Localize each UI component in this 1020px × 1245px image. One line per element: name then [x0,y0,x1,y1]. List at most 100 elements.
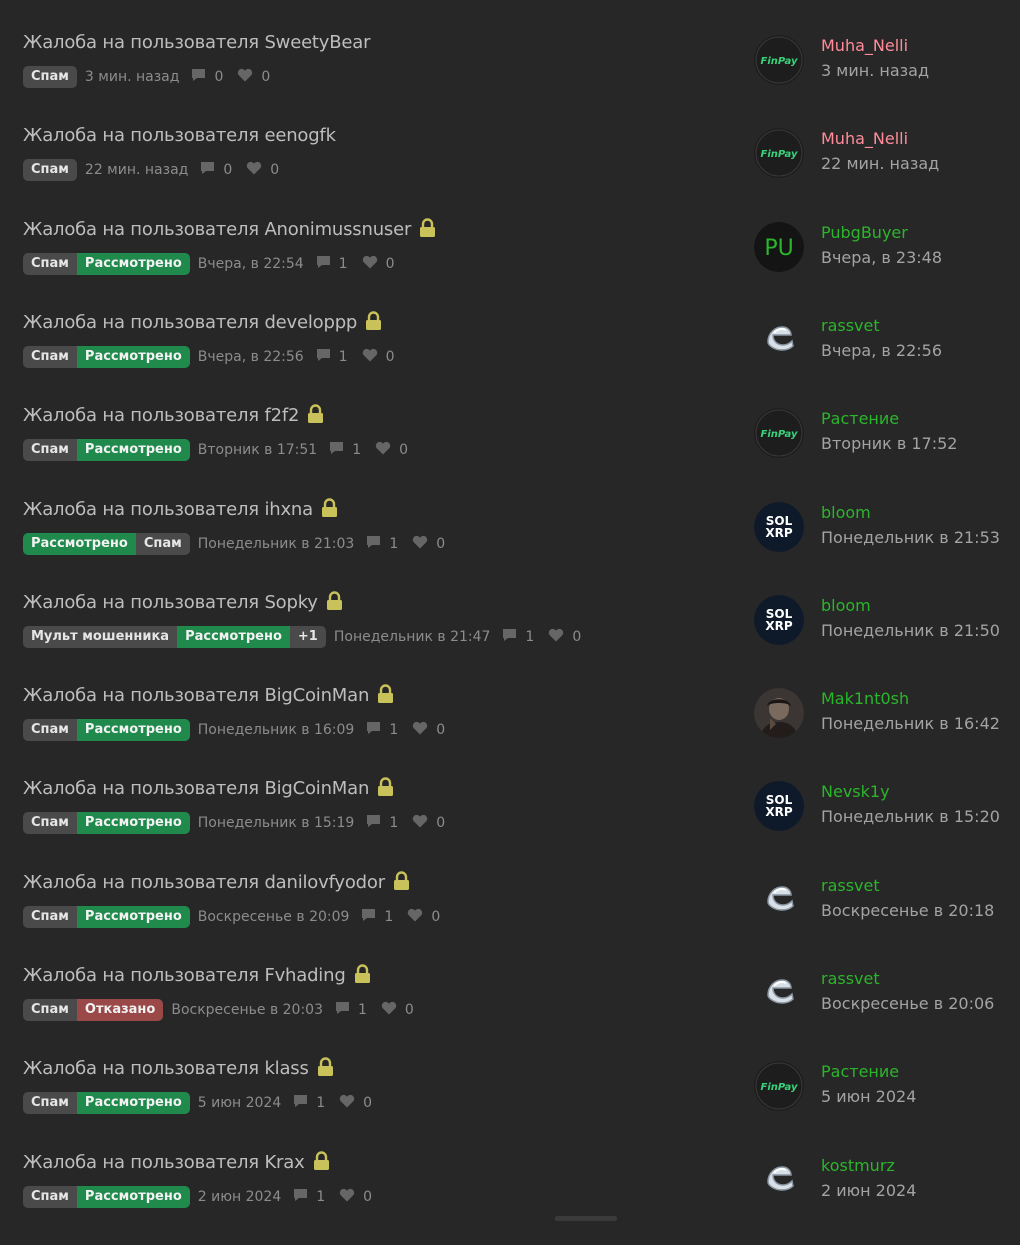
avatar[interactable]: FinPay [754,35,804,85]
last-post-date[interactable]: Вторник в 17:52 [821,434,957,453]
thread-title-text[interactable]: Жалоба на пользователя ihxna [23,499,313,520]
thread-row[interactable]: Жалоба на пользователя SweetyBear Спам 3… [0,32,1020,125]
thread-date[interactable]: Понедельник в 21:47 [334,629,491,645]
last-post-date[interactable]: 22 мин. назад [821,154,939,173]
avatar[interactable]: SOL XRP [754,781,804,831]
avatar[interactable] [754,1155,804,1205]
thread-title-text[interactable]: Жалоба на пользователя developpp [23,312,357,333]
prefix-tag[interactable]: Спам [23,812,77,834]
prefix-tag[interactable]: Спам [23,719,77,741]
thread-date[interactable]: Вторник в 17:51 [198,442,317,458]
last-poster-name[interactable]: rassvet [821,876,880,895]
thread-title-text[interactable]: Жалоба на пользователя BigCoinMan [23,685,369,706]
last-poster-name[interactable]: rassvet [821,316,880,335]
thread-title-text[interactable]: Жалоба на пользователя BigCoinMan [23,778,369,799]
thread-date[interactable]: Воскресенье в 20:09 [198,909,350,925]
prefix-tag[interactable]: Рассмотрено [76,812,190,834]
prefix-tag[interactable]: Рассмотрено [177,626,290,648]
avatar[interactable]: FinPay [754,128,804,178]
prefix-tag[interactable]: Рассмотрено [76,439,190,461]
avatar[interactable] [754,875,804,925]
thread-title-text[interactable]: Жалоба на пользователя Krax [23,1152,305,1173]
thread-title-text[interactable]: Жалоба на пользователя Anonimussnuser [23,219,411,240]
prefix-tag[interactable]: Рассмотрено [76,1186,190,1208]
last-poster-name[interactable]: bloom [821,503,871,522]
thread-row[interactable]: Жалоба на пользователя klass Спам Рассмот… [0,1056,1020,1151]
last-post-date[interactable]: Воскресенье в 20:18 [821,901,994,920]
avatar[interactable] [754,688,804,738]
prefix-tag[interactable]: Рассмотрено [76,253,190,275]
thread-title-text[interactable]: Жалоба на пользователя eenogfk [23,125,336,146]
avatar[interactable] [754,315,804,365]
prefix-tag[interactable]: Отказано [76,999,164,1021]
prefix-tag[interactable]: Рассмотрено [23,533,136,555]
avatar[interactable]: FinPay [754,408,804,458]
last-post-date[interactable]: Вчера, в 23:48 [821,248,942,267]
last-poster-name[interactable]: Muha_Nelli [821,129,908,148]
last-post-date[interactable]: 3 мин. назад [821,61,929,80]
thread-date[interactable]: Понедельник в 15:19 [198,815,355,831]
thread-date[interactable]: Понедельник в 16:09 [198,722,355,738]
thread-title[interactable]: Жалоба на пользователя ihxna [23,497,338,520]
thread-row[interactable]: Жалоба на пользователя Sopky Мульт мошен… [0,590,1020,685]
last-poster-name[interactable]: Mak1nt0sh [821,689,909,708]
scrollbar-thumb[interactable] [555,1216,617,1221]
prefix-tag[interactable]: Спам [23,439,77,461]
avatar[interactable]: FinPay [754,1061,804,1111]
last-post-date[interactable]: Понедельник в 21:53 [821,528,1000,547]
thread-title[interactable]: Жалоба на пользователя danilovfyodor [23,870,410,893]
last-poster-name[interactable]: Nevsk1y [821,782,890,801]
thread-title[interactable]: Жалоба на пользователя Anonimussnuser [23,217,436,240]
last-post-date[interactable]: Понедельник в 15:20 [821,807,1000,826]
thread-title-text[interactable]: Жалоба на пользователя SweetyBear [23,32,371,53]
prefix-tag[interactable]: Спам [23,253,77,275]
thread-date[interactable]: Понедельник в 21:03 [198,536,355,552]
thread-date[interactable]: Воскресенье в 20:03 [171,1002,323,1018]
prefix-tag[interactable]: Мульт мошенника [23,626,178,648]
thread-title-text[interactable]: Жалоба на пользователя Fvhading [23,965,346,986]
prefix-tag[interactable]: Спам [135,533,190,555]
last-poster-name[interactable]: Растение [821,409,899,428]
avatar[interactable]: SOL XRP [754,502,804,552]
thread-title-text[interactable]: Жалоба на пользователя Sopky [23,592,318,613]
last-post-date[interactable]: Воскресенье в 20:06 [821,994,994,1013]
thread-title[interactable]: Жалоба на пользователя developpp [23,310,382,333]
prefix-tag[interactable]: Рассмотрено [76,1092,190,1114]
thread-title[interactable]: Жалоба на пользователя eenogfk [23,125,336,146]
prefix-tag[interactable]: Спам [23,1186,77,1208]
thread-title-text[interactable]: Жалоба на пользователя f2f2 [23,405,299,426]
thread-title[interactable]: Жалоба на пользователя klass [23,1056,334,1079]
last-poster-name[interactable]: PubgBuyer [821,223,908,242]
prefix-tag[interactable]: Рассмотрено [76,906,190,928]
thread-title-text[interactable]: Жалоба на пользователя danilovfyodor [23,872,385,893]
last-poster-name[interactable]: kostmurz [821,1156,895,1175]
thread-title[interactable]: Жалоба на пользователя f2f2 [23,403,324,426]
thread-date[interactable]: Вчера, в 22:56 [198,349,304,365]
thread-date[interactable]: Вчера, в 22:54 [198,256,304,272]
avatar[interactable]: SOL XRP [754,595,804,645]
thread-title[interactable]: Жалоба на пользователя Krax [23,1150,330,1173]
thread-date[interactable]: 22 мин. назад [85,162,188,178]
thread-row[interactable]: Жалоба на пользователя Anonimussnuser Сп… [0,217,1020,312]
thread-title[interactable]: Жалоба на пользователя SweetyBear [23,32,371,53]
thread-title[interactable]: Жалоба на пользователя Sopky [23,590,343,613]
avatar[interactable] [754,968,804,1018]
prefix-tag[interactable]: Рассмотрено [76,719,190,741]
thread-row[interactable]: Жалоба на пользователя developpp Спам Рас… [0,310,1020,405]
prefix-tag[interactable]: Спам [23,66,77,88]
thread-row[interactable]: Жалоба на пользователя Fvhading Спам Отка… [0,963,1020,1058]
thread-date[interactable]: 3 мин. назад [85,69,180,85]
prefix-tag[interactable]: Спам [23,1092,77,1114]
thread-row[interactable]: Жалоба на пользователя ihxna Рассмотрено… [0,497,1020,592]
avatar[interactable]: PU [754,222,804,272]
thread-title-text[interactable]: Жалоба на пользователя klass [23,1058,309,1079]
last-post-date[interactable]: 5 июн 2024 [821,1087,916,1106]
prefix-tag[interactable]: Спам [23,346,77,368]
thread-row[interactable]: Жалоба на пользователя danilovfyodor Спа… [0,870,1020,965]
prefix-tag[interactable]: Спам [23,159,77,181]
thread-row[interactable]: Жалоба на пользователя eenogfk Спам 22 м… [0,125,1020,218]
thread-row[interactable]: Жалоба на пользователя BigCoinMan Спам Ра… [0,683,1020,778]
last-post-date[interactable]: Вчера, в 22:56 [821,341,942,360]
thread-date[interactable]: 2 июн 2024 [198,1189,281,1205]
thread-date[interactable]: 5 июн 2024 [198,1095,281,1111]
